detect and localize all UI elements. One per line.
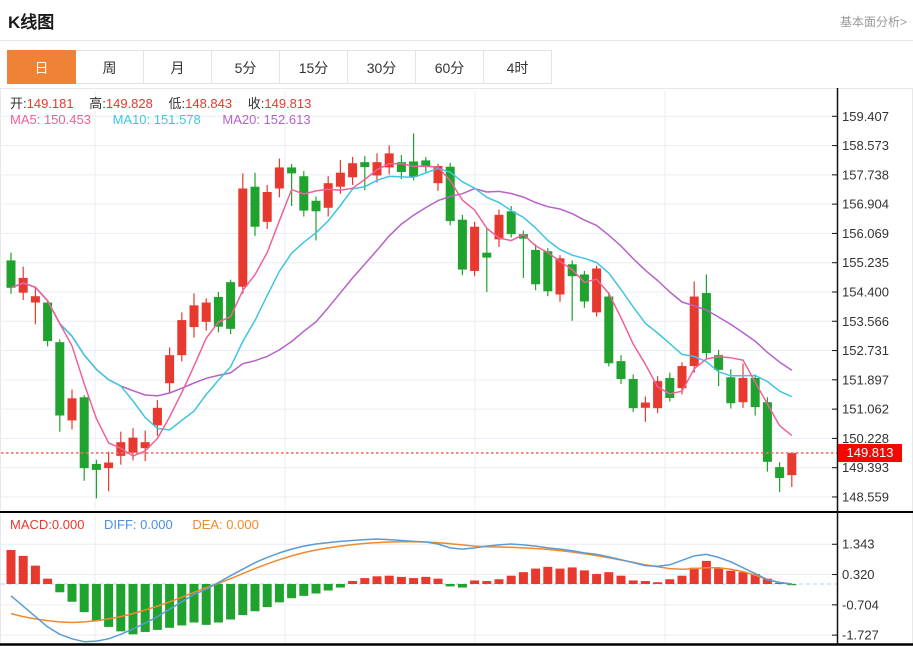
- ma10-value: MA10: 151.578: [112, 112, 201, 127]
- svg-text:156.904: 156.904: [842, 197, 889, 212]
- low-value: 148.843: [185, 96, 233, 111]
- svg-text:152.731: 152.731: [842, 343, 889, 358]
- high-value: 149.828: [105, 96, 153, 111]
- svg-text:159.407: 159.407: [842, 109, 889, 124]
- tab-day[interactable]: 日: [7, 50, 76, 84]
- diff-value: DIFF: 0.000: [104, 517, 173, 532]
- low-label: 低:: [168, 96, 186, 111]
- macd-row: MACD:0.000 DIFF: 0.000 DEA: 0.000: [10, 517, 259, 532]
- close-label: 收:: [247, 96, 265, 111]
- svg-text:-0.704: -0.704: [842, 597, 879, 612]
- svg-text:151.062: 151.062: [842, 402, 889, 417]
- kline-widget: K线图 基本面分析> 日 周 月 5分 15分 30分 60分 4时 159.4…: [0, 0, 913, 646]
- ma20-value: MA20: 152.613: [222, 112, 311, 127]
- svg-text:0.320: 0.320: [842, 567, 875, 582]
- high-label: 高:: [89, 96, 106, 111]
- svg-text:149.393: 149.393: [842, 460, 889, 475]
- svg-text:151.897: 151.897: [842, 372, 889, 387]
- ma5-value: MA5: 150.453: [10, 112, 91, 127]
- svg-text:155.235: 155.235: [842, 255, 889, 270]
- svg-text:157.738: 157.738: [842, 167, 889, 182]
- svg-text:153.566: 153.566: [842, 314, 889, 329]
- svg-text:148.559: 148.559: [842, 489, 889, 504]
- dea-value: DEA: 0.000: [192, 517, 259, 532]
- svg-text:-1.727: -1.727: [842, 628, 879, 643]
- open-value: 149.181: [26, 96, 74, 111]
- svg-text:154.400: 154.400: [842, 284, 889, 299]
- open-label: 开:: [10, 96, 27, 111]
- close-value: 149.813: [264, 96, 312, 111]
- ma-row: MA5: 150.453 MA10: 151.578 MA20: 152.613: [10, 112, 311, 127]
- macd-value: MACD:0.000: [10, 517, 85, 532]
- ohlc-row: 开:149.181 高:149.828 低:148.843 收:149.813: [10, 93, 311, 112]
- current-price-badge: 149.813: [838, 444, 902, 462]
- svg-text:158.573: 158.573: [842, 138, 889, 153]
- svg-text:1.343: 1.343: [842, 537, 875, 552]
- svg-text:156.069: 156.069: [842, 226, 889, 241]
